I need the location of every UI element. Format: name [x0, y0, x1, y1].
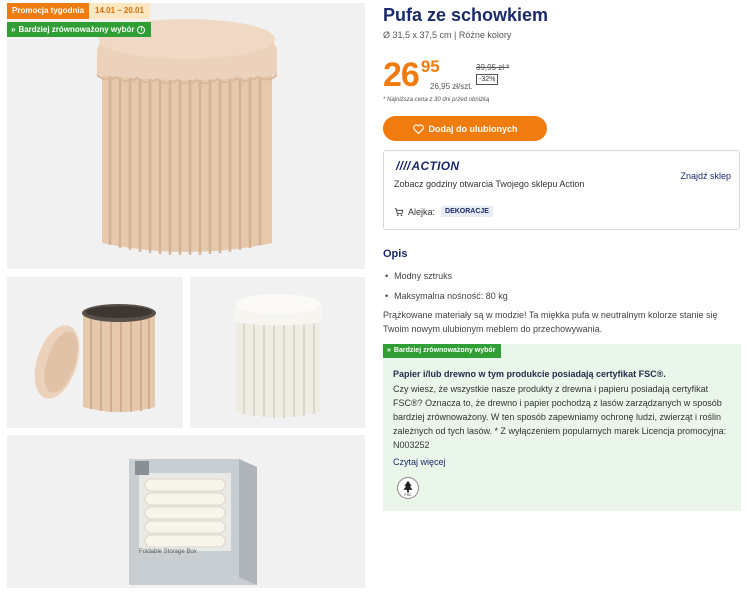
cart-icon — [394, 207, 404, 216]
beige-pouf-illustration — [7, 3, 365, 269]
sustainability-panel: » Bardziej zrównoważony wybór Papier i/l… — [383, 344, 741, 511]
info-icon[interactable]: i — [137, 25, 146, 34]
fsc-logo-icon: FSC — [397, 477, 419, 499]
fsc-text: Czy wiesz, że wszystkie nasze produkty z… — [393, 384, 727, 450]
discount-badge: -32% — [476, 74, 499, 85]
lowest-price-note: * Najniższa cena z 30 dni przed obniżką — [383, 97, 490, 103]
packaging-illustration: Foldable Storage Box — [7, 435, 365, 588]
price-decimal: 95 — [420, 57, 440, 76]
aisle-info: Alejka: DEKORACJE — [394, 206, 493, 217]
feature-item: Modny sztruks — [385, 266, 508, 286]
promo-label: Promocja tygodnia — [7, 3, 90, 19]
find-store-link[interactable]: Znajdź sklep — [680, 171, 731, 181]
store-hours-text: Zobacz godziny otwarcia Twojego sklepu A… — [394, 179, 585, 189]
heart-icon — [412, 123, 424, 134]
white-pouf-illustration — [190, 277, 365, 428]
feature-item: Maksymalna nośność: 80 kg — [385, 286, 508, 306]
product-subtitle: Ø 31,5 x 37,5 cm | Różne kolory — [383, 30, 512, 40]
product-title: Pufa ze schowkiem — [383, 5, 549, 25]
fsc-title: Papier i/lub drewno w tym produkcie posi… — [393, 369, 666, 379]
add-to-favorites-label: Dodaj do ulubionych — [428, 123, 518, 134]
eco-panel-badge-label: Bardziej zrównoważony wybór — [393, 347, 496, 354]
open-pouf-illustration — [7, 277, 183, 428]
eco-arrows-icon: » — [387, 347, 391, 354]
aisle-label: Alejka: — [408, 206, 436, 217]
eco-badge: » Bardziej zrównoważony wybór i — [7, 22, 152, 37]
thumbnail-white-pouf[interactable] — [190, 277, 365, 428]
eco-arrows-icon: » — [11, 25, 16, 34]
store-card: ////ACTION Znajdź sklep Zobacz godziny o… — [383, 150, 740, 230]
read-more-link[interactable]: Czytaj więcej — [393, 457, 446, 467]
old-price: 39,95 zł * — [476, 63, 510, 72]
eco-panel-badge: » Bardziej zrównoważony wybór — [383, 344, 502, 358]
aisle-tag: DEKORACJE — [441, 206, 493, 217]
description-heading: Opis — [383, 248, 408, 260]
feature-list: Modny sztruks Maksymalna nośność: 80 kg — [385, 266, 508, 306]
packaging-label: Foldable Storage Box — [139, 549, 197, 555]
main-product-image[interactable] — [7, 3, 365, 269]
unit-price: 26,95 zł/szt. — [430, 82, 473, 91]
thumbnail-packaging[interactable]: Foldable Storage Box — [7, 435, 365, 588]
promo-dates: 14.01 – 20.01 — [89, 3, 150, 19]
add-to-favorites-button[interactable]: Dodaj do ulubionych — [383, 116, 547, 141]
action-logo-mark-icon: //// — [396, 159, 411, 173]
eco-badge-label: Bardziej zrównoważony wybór — [18, 25, 135, 34]
svg-text:FSC: FSC — [404, 493, 412, 497]
price-integer: 26 — [383, 56, 420, 94]
description-text: Prążkowane materiały są w modzie! Ta mię… — [383, 310, 718, 334]
promo-badge: Promocja tygodnia 14.01 – 20.01 — [7, 3, 150, 19]
thumbnail-open-pouf[interactable] — [7, 277, 183, 428]
action-logo: ////ACTION — [396, 159, 460, 173]
